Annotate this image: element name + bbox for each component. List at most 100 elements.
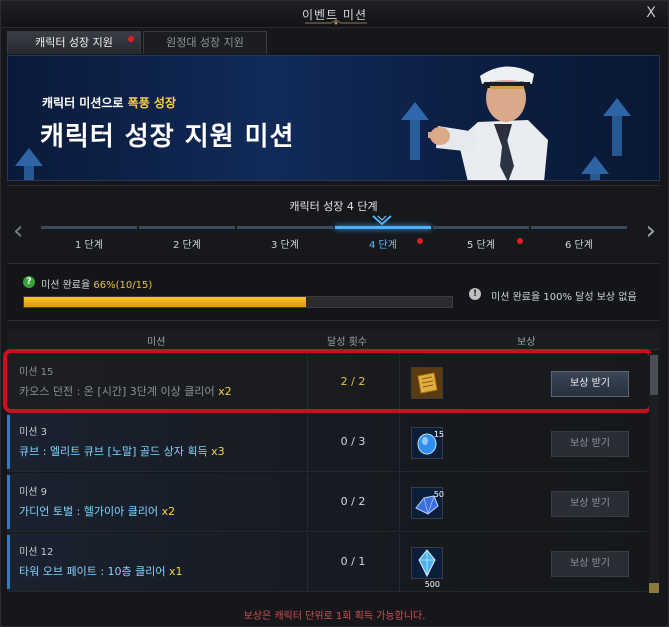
banner-subtitle-prefix: 캐릭터 미션으로 <box>42 96 124 110</box>
stage-step-6[interactable]: 6 단계 <box>531 226 627 251</box>
footer-notice: 보상은 캐릭터 단위로 1회 획득 가능합니다. <box>243 611 426 622</box>
mission-list-scrollbar[interactable] <box>649 353 659 593</box>
question-icon[interactable]: ? <box>23 276 35 288</box>
reward-item[interactable]: 500 <box>411 547 443 589</box>
row-accent <box>7 475 10 529</box>
mission-desc-text: 타워 오브 페이트 : 10층 클리어 <box>19 565 166 578</box>
banner-subtitle-highlight: 폭풍 성장 <box>127 96 176 110</box>
stage-step-5[interactable]: 5 단계 <box>433 226 529 251</box>
mission-row: 미션 3 큐브 : 엘리트 큐브 [노말] 골드 상자 획득 x3 0 / 3 … <box>7 413 647 472</box>
mission-name: 미션 9 <box>19 487 47 498</box>
banner-subtitle: 캐릭터 미션으로 폭풍 성장 <box>42 94 176 111</box>
arrow-up-icon <box>581 156 609 174</box>
step-bar <box>531 226 627 229</box>
mission-desc-text: 가디언 토벌 : 헬가이아 클리어 <box>19 505 159 518</box>
highlight-box <box>3 349 653 413</box>
completion-panel: ? 미션 완료율 66%(10/15) ! 미션 완료율 100% 달성 보상 … <box>7 263 660 321</box>
mission-name: 미션 12 <box>19 547 54 558</box>
tab-label: 캐릭터 성장 지원 <box>35 36 113 49</box>
stage-step-4[interactable]: 4 단계 <box>335 226 431 251</box>
mission-desc-text: 큐브 : 엘리트 큐브 [노말] 골드 상자 획득 <box>19 445 208 458</box>
info-icon: ! <box>469 288 481 300</box>
arrow-up-icon <box>603 98 631 116</box>
stage-step-2[interactable]: 2 단계 <box>139 226 235 251</box>
mission-row: 미션 12 타워 오브 페이트 : 10층 클리어 x1 0 / 1 500 보… <box>7 533 647 592</box>
step-label: 1 단계 <box>75 240 103 251</box>
arrow-up-icon <box>24 166 34 180</box>
event-banner: 캐릭터 미션으로 폭풍 성장 캐릭터 성장 지원 미션 <box>7 55 660 181</box>
arrow-up-icon <box>612 116 622 156</box>
prev-stage-button[interactable]: ‹ <box>13 216 23 246</box>
step-bar <box>237 226 333 229</box>
stage-step-3[interactable]: 3 단계 <box>237 226 333 251</box>
stage-step-1[interactable]: 1 단계 <box>41 226 137 251</box>
step-bar <box>139 226 235 229</box>
mission-desc: 큐브 : 엘리트 큐브 [노말] 골드 상자 획득 x3 <box>19 443 225 459</box>
row-accent <box>7 535 10 589</box>
claim-reward-button[interactable]: 보상 받기 <box>551 551 629 577</box>
reward-quantity: 50 <box>433 490 444 499</box>
completion-value: 66%(10/15) <box>93 280 153 291</box>
mission-desc: 가디언 토벌 : 헬가이아 클리어 x2 <box>19 503 175 519</box>
mission-table-header: 미션 달성 횟수 보상 <box>7 329 660 350</box>
step-label: 5 단계 <box>467 240 495 251</box>
completion-reward-info: 미션 완료율 100% 달성 보상 없음 <box>491 292 637 303</box>
mission-multiplier: x2 <box>161 505 176 518</box>
reward-item[interactable]: 15 <box>411 427 444 459</box>
column-divider <box>307 473 308 531</box>
tab-character-growth[interactable]: 캐릭터 성장 지원 <box>7 31 141 54</box>
close-button[interactable]: X <box>642 4 660 22</box>
stage-emblem-icon <box>372 215 392 226</box>
arrow-up-icon <box>410 120 420 160</box>
stage-panel: 캐릭터 성장 4 단계 ‹ › 1 단계 2 단계 3 단계 4 단계 5 단계 <box>7 185 660 256</box>
mission-desc: 타워 오브 페이트 : 10층 클리어 x1 <box>19 563 183 579</box>
step-label: 6 단계 <box>565 240 593 251</box>
mission-count: 0 / 1 <box>340 555 366 568</box>
column-divider <box>399 533 400 591</box>
officer-character-image <box>428 66 548 180</box>
alert-dot-icon <box>417 238 423 244</box>
scroll-down-icon[interactable] <box>649 583 659 593</box>
column-divider <box>399 473 400 531</box>
completion-label: 미션 완료율 66%(10/15) <box>41 276 152 291</box>
mission-count: 0 / 2 <box>340 495 366 508</box>
step-bar <box>433 226 529 229</box>
next-stage-button[interactable]: › <box>646 216 656 246</box>
completion-progress-bar <box>23 296 453 308</box>
title-ornament-icon <box>305 19 367 25</box>
crystal-shard-icon <box>412 548 442 578</box>
tab-expedition-growth[interactable]: 원정대 성장 지원 <box>143 31 267 54</box>
claim-reward-button[interactable]: 보상 받기 <box>551 491 629 517</box>
step-bar <box>41 226 137 229</box>
arrow-up-icon <box>15 148 43 166</box>
tab-label: 원정대 성장 지원 <box>166 36 244 49</box>
scrollbar-thumb[interactable] <box>650 355 658 395</box>
mission-row: 미션 9 가디언 토벌 : 헬가이아 클리어 x2 0 / 2 50 보상 받기 <box>7 473 647 532</box>
row-accent <box>7 415 10 469</box>
arrow-up-icon <box>590 174 600 180</box>
completion-progress-fill <box>24 297 307 307</box>
column-divider <box>307 533 308 591</box>
event-mission-window: 이벤트 미션 X 캐릭터 성장 지원 원정대 성장 지원 캐릭터 미션으로 폭풍… <box>0 0 669 627</box>
reward-quantity: 15 <box>433 430 444 439</box>
alert-dot-icon <box>517 238 523 244</box>
reward-item[interactable]: 50 <box>411 487 444 519</box>
arrow-up-icon <box>401 102 429 120</box>
step-bar <box>335 226 431 229</box>
mission-count: 0 / 3 <box>340 435 366 448</box>
stage-title: 캐릭터 성장 4 단계 <box>289 200 378 213</box>
step-label: 3 단계 <box>271 240 299 251</box>
reward-quantity: 500 <box>424 580 440 589</box>
mission-multiplier: x3 <box>211 445 225 458</box>
title-bar[interactable]: 이벤트 미션 X <box>1 1 668 28</box>
column-header-count: 달성 횟수 <box>327 337 367 348</box>
alert-dot-icon <box>128 36 134 42</box>
mission-multiplier: x1 <box>169 565 183 578</box>
banner-title: 캐릭터 성장 지원 미션 <box>40 122 295 152</box>
column-divider <box>399 413 400 471</box>
column-header-reward: 보상 <box>517 337 536 348</box>
claim-reward-button[interactable]: 보상 받기 <box>551 431 629 457</box>
column-divider <box>307 413 308 471</box>
column-header-mission: 미션 <box>147 337 166 348</box>
completion-label-text: 미션 완료율 <box>41 280 91 291</box>
